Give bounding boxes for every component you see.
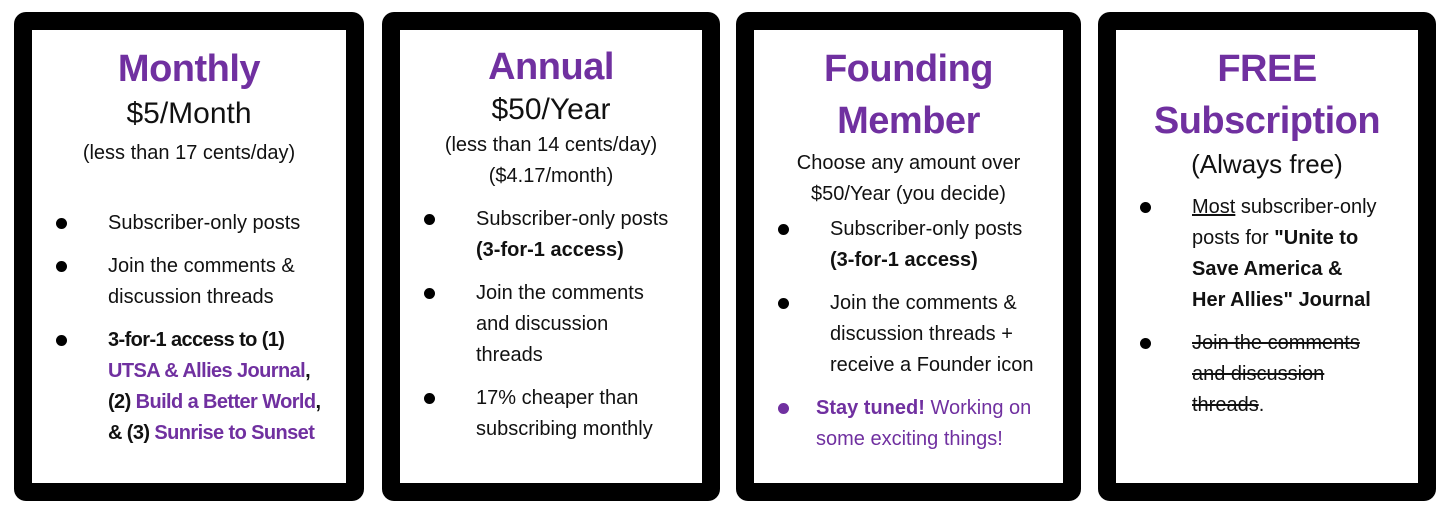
feature-item: Subscriber-only posts (3-for-1 access) (754, 214, 1063, 276)
feature-list: Subscriber-only posts Join the comments … (32, 208, 346, 461)
bullet-icon (778, 403, 789, 414)
bullet-icon (56, 261, 67, 272)
feature-item: Join the comments & discussion threads (32, 251, 346, 313)
bullet-icon (56, 335, 67, 346)
plan-price: $50/Year (491, 93, 611, 126)
plan-card-monthly[interactable]: Monthly $5/Month (less than 17 cents/day… (14, 12, 364, 501)
feature-text: Subscriber-only posts (476, 208, 669, 230)
feature-item: Join the comments & discussion threads +… (754, 288, 1063, 381)
separator: , (315, 391, 322, 413)
feature-item: Join the comments and discussion threads (400, 278, 702, 371)
plan-title-line: Subscription (1153, 100, 1381, 142)
feature-item: 3-for-1 access to (1) UTSA & Allies Jour… (32, 325, 346, 449)
plan-subtitle: Choose any amount over $50/Year (you dec… (796, 152, 1021, 205)
feature-text: Subscriber-only posts (830, 218, 1023, 240)
bullet-icon (778, 298, 789, 309)
plan-card-annual[interactable]: Annual $50/Year (less than 14 cents/day)… (382, 12, 720, 501)
bullet-icon (1140, 338, 1151, 349)
feature-item: Subscriber-only posts (32, 208, 346, 239)
feature-text-struck: Join the comments and discussion threads (1192, 332, 1360, 416)
feature-item: Stay tuned! Working on some exciting thi… (754, 393, 1063, 455)
feature-highlight: Stay tuned! (816, 397, 925, 419)
feature-text: Join the comments & discussion threads (108, 255, 295, 308)
bullet-icon (424, 393, 435, 404)
feature-item: Subscriber-only posts (3-for-1 access) (400, 204, 702, 266)
bullet-icon (778, 224, 789, 235)
plan-card-body: Annual $50/Year (less than 14 cents/day)… (400, 30, 702, 483)
plan-card-body: Monthly $5/Month (less than 17 cents/day… (32, 30, 346, 483)
plan-price: $5/Month (126, 97, 252, 130)
feature-item: Most subscriber-only posts for "Unite to… (1116, 192, 1418, 316)
plan-subtitle-monthly-equivalent: ($4.17/month) (488, 165, 614, 187)
plan-title-line: Founding (823, 48, 994, 90)
feature-list: Most subscriber-only posts for "Unite to… (1116, 192, 1418, 433)
bullet-icon (424, 288, 435, 299)
plan-title: Monthly (117, 48, 261, 90)
item-number: & (3) (108, 422, 150, 444)
plan-subtitle: (less than 14 cents/day) (444, 134, 658, 156)
feature-item: Join the comments and discussion threads… (1116, 328, 1418, 421)
plan-card-free[interactable]: FREE Subscription (Always free) Most sub… (1098, 12, 1436, 501)
plan-title: FREE Subscription (1116, 44, 1418, 146)
plan-card-body: FREE Subscription (Always free) Most sub… (1116, 30, 1418, 483)
feature-suffix: . (1258, 394, 1265, 416)
plan-subtitle: (less than 17 cents/day) (82, 142, 296, 164)
feature-text: Join the comments & discussion threads +… (830, 292, 1034, 376)
feature-highlight: (3-for-1 access) (830, 249, 978, 271)
feature-text: 17% cheaper than subscribing monthly (476, 387, 653, 440)
feature-list: Subscriber-only posts (3-for-1 access) J… (754, 214, 1063, 467)
feature-item: 17% cheaper than subscribing monthly (400, 383, 702, 445)
feature-intro: 3-for-1 access to (1) (108, 329, 285, 351)
bullet-icon (424, 214, 435, 225)
plan-card-body: Founding Member Choose any amount over $… (754, 30, 1063, 483)
feature-list: Subscriber-only posts (3-for-1 access) J… (400, 204, 702, 457)
feature-text: Join the comments and discussion threads (476, 282, 644, 366)
item-number: (2) (108, 391, 131, 413)
plan-title: Annual (488, 46, 614, 88)
bullet-icon (1140, 202, 1151, 213)
bullet-icon (56, 218, 67, 229)
plan-title-line: FREE (1217, 48, 1317, 90)
plan-card-founding-member[interactable]: Founding Member Choose any amount over $… (736, 12, 1081, 501)
plan-title: Founding Member (754, 44, 1063, 146)
publication-name: Sunrise to Sunset (154, 422, 315, 444)
publication-name: Build a Better World (135, 391, 316, 413)
feature-text: Subscriber-only posts (108, 212, 301, 234)
plan-subtitle: (Always free) (1191, 149, 1343, 179)
separator: , (305, 360, 311, 382)
feature-emphasis: Most (1192, 196, 1236, 218)
plan-title-line: Member (837, 100, 980, 142)
publication-name: UTSA & Allies Journal (108, 360, 306, 382)
feature-highlight: (3-for-1 access) (476, 239, 624, 261)
